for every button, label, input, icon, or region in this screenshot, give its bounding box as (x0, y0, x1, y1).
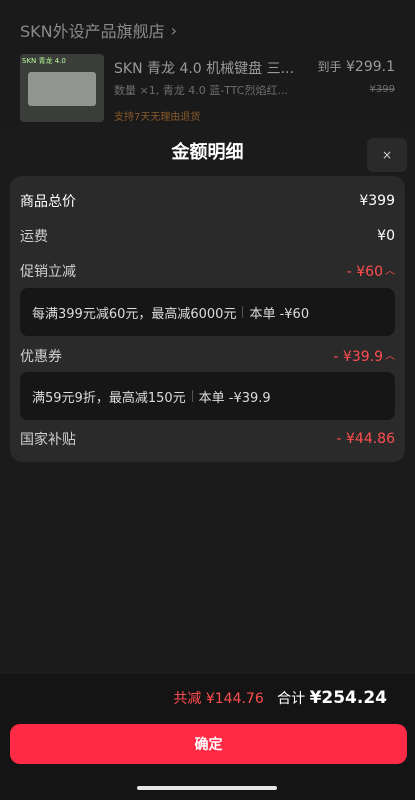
total-discount-value: ¥144.76 (205, 691, 264, 707)
row-label: 促销立减 (20, 264, 76, 280)
arrive-label: 到手 (317, 60, 342, 74)
totals-summary: 共减 ¥144.76 合计 ¥254.24 (173, 688, 387, 708)
close-icon: × (381, 148, 393, 162)
product-item[interactable]: SKN 青龙 4.0 SKN 青龙 4.0 机械键盘 三... 到手 ¥299.… (20, 54, 395, 124)
close-button[interactable]: × (367, 138, 407, 172)
chevron-right-icon: › (170, 20, 178, 40)
promo-rule: 每满399元减60元，最高减6000元 (32, 306, 237, 322)
product-spec: 数量 ×1, 青龙 4.0 蓝-TTC烈焰红... (114, 84, 288, 97)
total-discount-label: 共减 (173, 691, 202, 707)
row-promo[interactable]: 促销立减 - ¥60 ︿ (20, 260, 395, 282)
sum-label: 合计 (277, 691, 306, 707)
arrive-price: ¥299.1 (346, 59, 395, 75)
store-header[interactable]: SKN外设产品旗舰店 › (20, 18, 177, 42)
return-policy: 支持7天无理由退货 (114, 112, 201, 123)
coupon-this-order: 本单 -¥39.9 (198, 390, 271, 406)
row-coupon[interactable]: 优惠券 - ¥39.9 ︿ (20, 345, 395, 367)
keyboard-image (28, 72, 96, 106)
original-price: ¥399 (369, 84, 395, 95)
chevron-up-icon[interactable]: ︿ (385, 262, 395, 277)
coupon-value-group: - ¥39.9 ︿ (333, 347, 395, 365)
home-indicator[interactable] (137, 786, 277, 790)
row-value: - ¥39.9 (333, 349, 383, 365)
confirm-button[interactable]: 确定 (10, 724, 407, 764)
amount-detail-card: 商品总价 ¥399 运费 ¥0 促销立减 - ¥60 ︿ 每满399元减60元，最… (10, 176, 405, 462)
promo-detail-box: 每满399元减60元，最高减6000元 本单 -¥60 (20, 288, 395, 336)
coupon-rule: 满59元9折，最高减150元 (32, 390, 186, 406)
row-national-subsidy: 国家补贴 - ¥44.86 (20, 428, 395, 450)
divider (191, 390, 193, 402)
sheet-title: 金额明细 (171, 142, 244, 163)
row-value: ¥399 (359, 193, 395, 209)
bottom-action-bar: 共减 ¥144.76 合计 ¥254.24 确定 (0, 674, 415, 800)
thumbnail-tag: SKN 青龙 4.0 (22, 57, 66, 65)
row-shipping: 运费 ¥0 (20, 225, 395, 247)
row-label: 国家补贴 (20, 432, 76, 448)
product-thumbnail: SKN 青龙 4.0 (20, 54, 104, 122)
product-price: 到手 ¥299.1 (318, 58, 395, 75)
row-label: 商品总价 (20, 194, 76, 210)
divider (242, 306, 244, 318)
row-value: - ¥44.86 (336, 431, 396, 447)
row-label: 运费 (20, 229, 48, 245)
row-value: - ¥60 (346, 264, 383, 280)
chevron-up-icon[interactable]: ︿ (385, 347, 395, 362)
promo-value-group: - ¥60 ︿ (347, 262, 395, 280)
coupon-detail-box: 满59元9折，最高减150元 本单 -¥39.9 (20, 372, 395, 420)
store-name: SKN外设产品旗舰店 (20, 22, 165, 41)
row-label: 优惠券 (20, 349, 62, 365)
promo-this-order: 本单 -¥60 (249, 306, 310, 322)
row-goods-total: 商品总价 ¥399 (20, 190, 395, 212)
product-title: SKN 青龙 4.0 机械键盘 三... (114, 61, 294, 77)
sum-value: ¥254.24 (309, 688, 387, 708)
row-value: ¥0 (377, 228, 395, 244)
